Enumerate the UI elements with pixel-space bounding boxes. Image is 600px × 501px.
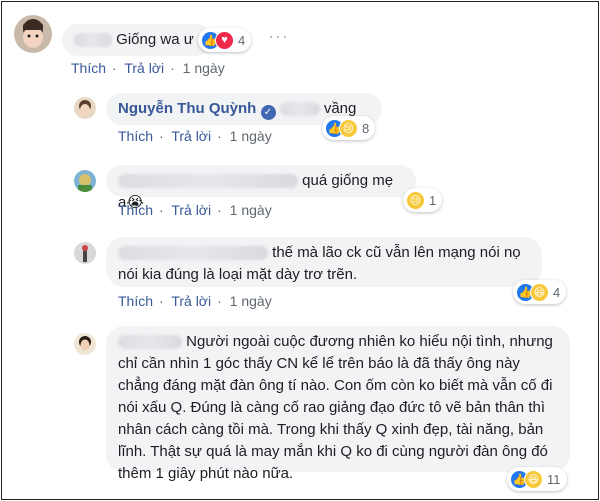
blurred-name bbox=[118, 246, 268, 261]
comment-bubble: quá giống mẹ ạ😭 bbox=[106, 165, 416, 211]
separator-dot: · bbox=[217, 293, 222, 309]
blurred-name bbox=[74, 33, 112, 48]
reaction-summary[interactable]: 👍 ♥ 4 bbox=[198, 28, 252, 52]
separator-dot: · bbox=[159, 293, 164, 309]
reaction-summary[interactable]: 😢 1 bbox=[403, 188, 443, 212]
separator-dot: · bbox=[112, 60, 117, 76]
comment-actions: Thích · Trả lời · 1 ngày bbox=[71, 60, 229, 76]
haha-icon: 😆 bbox=[530, 282, 549, 302]
reply-button[interactable]: Trả lời bbox=[171, 293, 211, 309]
like-button[interactable]: Thích bbox=[71, 60, 106, 76]
love-icon: ♥ bbox=[215, 30, 234, 50]
reply-button[interactable]: Trả lời bbox=[171, 128, 211, 144]
comment-bubble: Người ngoài cuộc đương nhiên ko hiểu nội… bbox=[106, 326, 570, 482]
blurred-name bbox=[118, 335, 182, 350]
reaction-summary[interactable]: 👍 😆 11 bbox=[507, 467, 567, 491]
like-button[interactable]: Thích bbox=[118, 293, 153, 309]
reply-button[interactable]: Trả lời bbox=[171, 202, 211, 218]
separator-dot: · bbox=[217, 128, 222, 144]
blurred-name bbox=[118, 174, 298, 189]
avatar[interactable] bbox=[74, 242, 96, 264]
sad-icon: 😢 bbox=[339, 118, 358, 138]
reaction-count: 4 bbox=[238, 32, 246, 48]
comment-actions: Thích · Trả lời · 1 ngày bbox=[118, 128, 276, 144]
like-button[interactable]: Thích bbox=[118, 128, 153, 144]
haha-icon: 😆 bbox=[524, 469, 543, 489]
comment-bubble: Giống wa ư bbox=[62, 24, 212, 56]
timestamp[interactable]: 1 ngày bbox=[230, 128, 272, 144]
timestamp[interactable]: 1 ngày bbox=[230, 293, 272, 309]
avatar[interactable] bbox=[14, 15, 52, 53]
reaction-summary[interactable]: 👍 😆 4 bbox=[513, 280, 567, 304]
blurred-text bbox=[279, 102, 320, 117]
comment-text: vầng bbox=[323, 100, 357, 117]
separator-dot: · bbox=[170, 60, 175, 76]
comment-text: Người ngoài cuộc đương nhiên ko hiểu nội… bbox=[118, 333, 553, 482]
comment-actions: Thích · Trả lời · 1 ngày bbox=[118, 202, 276, 218]
separator-dot: · bbox=[217, 202, 222, 218]
separator-dot: · bbox=[159, 128, 164, 144]
timestamp[interactable]: 1 ngày bbox=[230, 202, 272, 218]
like-button[interactable]: Thích bbox=[118, 202, 153, 218]
verified-badge-icon: ✓ bbox=[260, 105, 276, 120]
more-options-icon[interactable]: ··· bbox=[268, 26, 289, 47]
comment-actions: Thích · Trả lời · 1 ngày bbox=[118, 293, 276, 309]
avatar[interactable] bbox=[74, 97, 96, 119]
separator-dot: · bbox=[159, 202, 164, 218]
avatar[interactable] bbox=[74, 170, 96, 192]
timestamp[interactable]: 1 ngày bbox=[183, 60, 225, 76]
author-name[interactable]: Nguyễn Thu Quỳnh bbox=[118, 100, 256, 117]
sad-icon: 😢 bbox=[406, 190, 425, 210]
comment-bubble: thế mà lão ck cũ vẫn lên mạng nói nọ nói… bbox=[106, 237, 542, 287]
comment-text: Giống wa ư bbox=[116, 31, 194, 48]
reply-button[interactable]: Trả lời bbox=[124, 60, 164, 76]
reaction-count: 8 bbox=[362, 120, 370, 136]
reaction-summary[interactable]: 👍 😢 8 bbox=[322, 116, 376, 140]
avatar[interactable] bbox=[74, 333, 96, 355]
reaction-count: 11 bbox=[547, 471, 561, 487]
reaction-count: 1 bbox=[429, 192, 437, 208]
reaction-count: 4 bbox=[553, 284, 561, 300]
